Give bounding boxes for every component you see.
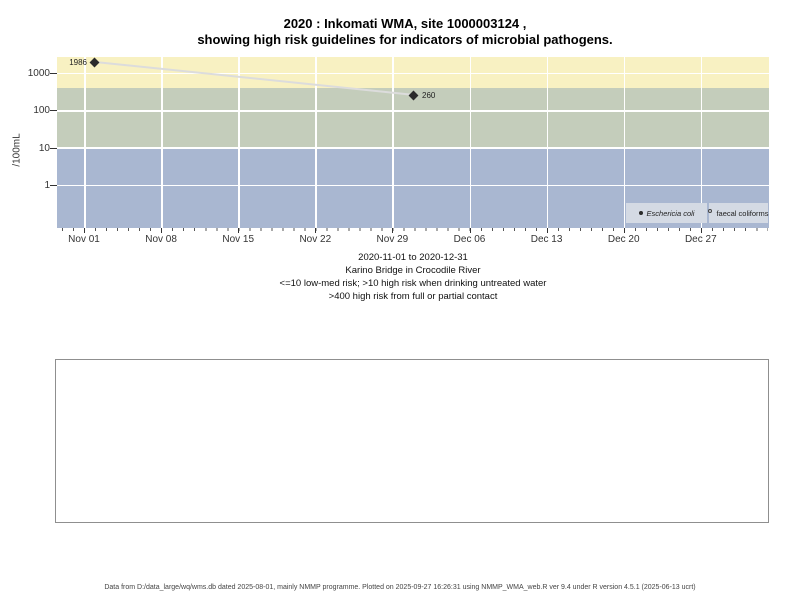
x-tick-label-nov15: Nov 15: [222, 234, 255, 245]
gridline-v-dec06: [469, 57, 471, 228]
y-tick-label-100: 100: [33, 105, 50, 116]
x-tick-label-dec20: Dec 20: [607, 234, 640, 245]
gridline-v-nov08: [161, 57, 163, 228]
plot-area: 1986 260 Eschericia coli faecal coliform…: [57, 57, 769, 228]
y-tick-mark: [50, 73, 57, 74]
gridline-v-nov22: [315, 57, 317, 228]
open-circle-icon: [708, 209, 713, 213]
y-tick-mark: [50, 110, 57, 111]
legend: Eschericia coli faecal coliforms: [626, 203, 769, 223]
y-tick-label-10: 10: [38, 142, 50, 154]
legend-label-faecal-coliforms: faecal coliforms: [716, 208, 769, 218]
subtitle-risk-note-1: <=10 low-med risk; >10 high risk when dr…: [279, 278, 547, 289]
chart-subtitle: 2020-11-01 to 2020-12-31 Karino Bridge i…: [57, 251, 769, 303]
y-tick-mark: [50, 185, 57, 186]
subtitle-date-range: 2020-11-01 to 2020-12-31: [358, 252, 468, 263]
legend-label-ecoli: Eschericia coli: [646, 208, 695, 218]
gridline-h-1000: [57, 72, 769, 75]
ecoli-point-label-2: 260: [422, 90, 436, 100]
x-tick-mark: [238, 228, 240, 233]
x-tick-label-dec06: Dec 06: [453, 234, 486, 245]
report-page: 2020 : Inkomati WMA, site 1000003124 , s…: [0, 0, 800, 600]
empty-panel: [55, 359, 769, 523]
x-tick-label-dec13: Dec 13: [530, 234, 563, 245]
x-axis-minor-ticks: [62, 228, 768, 231]
x-tick-label-nov22: Nov 22: [299, 234, 332, 245]
legend-item-faecal-coliforms: faecal coliforms: [708, 203, 769, 223]
ecoli-point-label-1: 1986: [69, 57, 87, 67]
y-tick-mark: [50, 148, 57, 149]
y-tick-label-1: 1: [44, 180, 50, 191]
x-tick-label-nov29: Nov 29: [376, 234, 409, 245]
gridline-h-100: [57, 110, 769, 112]
gridline-v-nov15: [238, 57, 240, 228]
x-tick-label-nov01: Nov 01: [68, 234, 100, 245]
gridline-v-nov29: [392, 57, 394, 228]
x-tick-mark: [84, 228, 85, 233]
gridline-v-nov01: [84, 57, 86, 228]
x-tick-mark: [546, 228, 548, 233]
footer-note: Data from D:/data_large/wq/wms.db dated …: [104, 584, 696, 591]
x-tick-mark: [315, 228, 317, 233]
subtitle-risk-note-2: >400 high risk from full or partial cont…: [328, 291, 498, 302]
subtitle-site-name: Karino Bridge in Crocodile River: [345, 265, 481, 276]
gridline-h-10: [57, 147, 769, 149]
x-tick-mark: [392, 228, 394, 233]
filled-dot-icon: [638, 211, 643, 215]
x-tick-mark: [623, 228, 625, 233]
legend-item-ecoli: Eschericia coli: [626, 203, 707, 223]
x-tick-mark: [700, 228, 702, 233]
x-tick-mark: [469, 228, 471, 233]
gridline-v-dec20: [623, 57, 626, 228]
x-tick-mark: [161, 228, 163, 233]
x-tick-label-nov08: Nov 08: [145, 234, 177, 245]
gridline-h-1: [57, 184, 769, 187]
y-tick-label-1000: 1000: [27, 67, 50, 79]
gridline-v-dec13: [546, 57, 549, 228]
x-tick-label-dec27: Dec 27: [684, 234, 717, 245]
